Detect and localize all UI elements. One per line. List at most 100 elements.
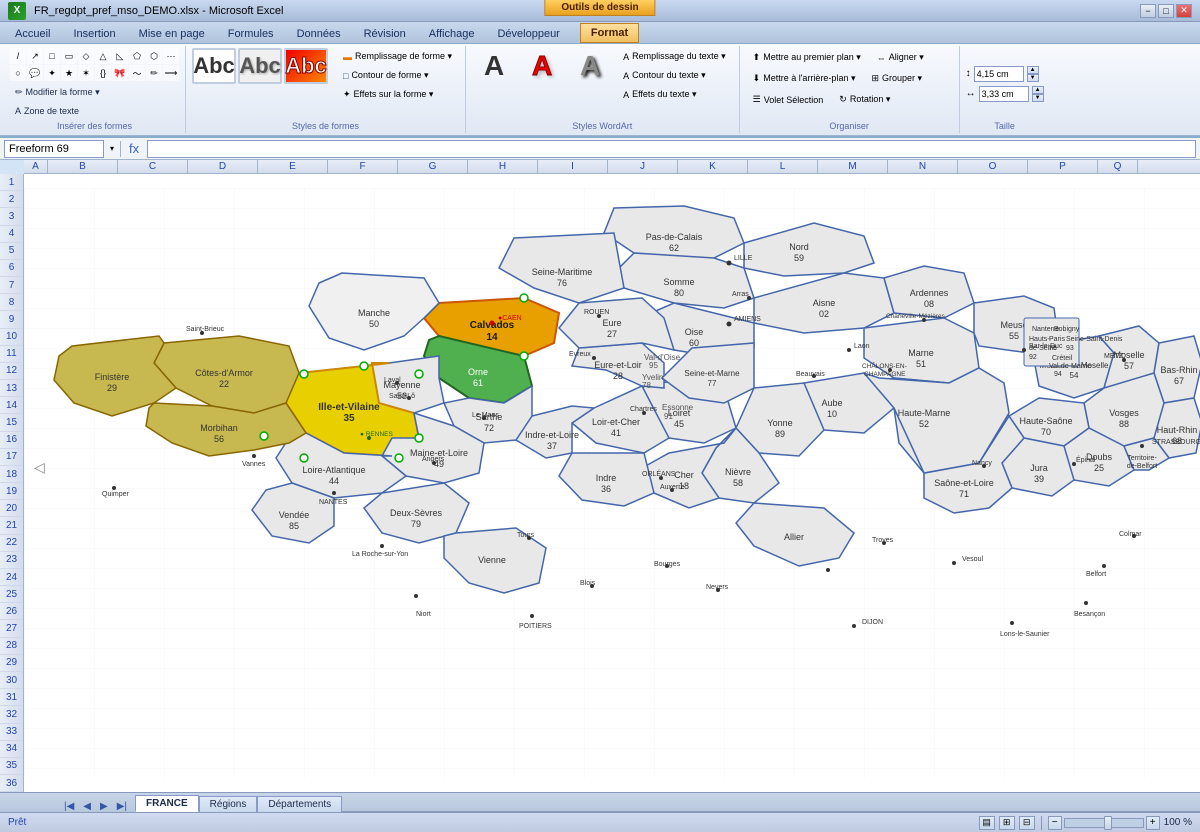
row-4[interactable]: 4 [0, 226, 23, 243]
col-header-j[interactable]: J [608, 160, 678, 173]
minimize-button[interactable]: − [1140, 4, 1156, 18]
sheet-nav-next[interactable]: ▶ [96, 801, 112, 812]
row-6[interactable]: 6 [0, 260, 23, 277]
row-26[interactable]: 26 [0, 603, 23, 620]
row-3[interactable]: 3 [0, 208, 23, 225]
page-break-btn[interactable]: ⊟ [1019, 816, 1035, 830]
selection-handle-e[interactable] [415, 434, 423, 442]
shape-rtriangle[interactable]: ◺ [112, 48, 128, 64]
row-1[interactable]: 1 [0, 174, 23, 191]
row-34[interactable]: 34 [0, 741, 23, 758]
page-layout-btn[interactable]: ⊞ [999, 816, 1015, 830]
row-31[interactable]: 31 [0, 689, 23, 706]
col-header-n[interactable]: N [888, 160, 958, 173]
shape-arrow[interactable]: ↗ [27, 48, 43, 64]
row-30[interactable]: 30 [0, 672, 23, 689]
remplissage-texte-button[interactable]: A Remplissage du texte ▾ [616, 48, 733, 65]
col-header-g[interactable]: G [398, 160, 468, 173]
width-down[interactable]: ▼ [1032, 94, 1044, 102]
tab-developpeur[interactable]: Développeur [486, 23, 570, 43]
row-13[interactable]: 13 [0, 380, 23, 397]
shape-brace[interactable]: {} [95, 65, 111, 81]
col-header-p[interactable]: P [1028, 160, 1098, 173]
col-header-d[interactable]: D [188, 160, 258, 173]
shape-more[interactable]: ⋯ [163, 48, 179, 64]
effets-texte-button[interactable]: A Effets du texte ▾ [616, 86, 733, 103]
col-header-i[interactable]: I [538, 160, 608, 173]
tab-revision[interactable]: Révision [353, 23, 417, 43]
tab-formules[interactable]: Formules [217, 23, 285, 43]
row-20[interactable]: 20 [0, 500, 23, 517]
width-up[interactable]: ▲ [1032, 86, 1044, 94]
sheet-nav-prev[interactable]: ◀ [79, 801, 95, 812]
row-29[interactable]: 29 [0, 655, 23, 672]
row-19[interactable]: 19 [0, 483, 23, 500]
col-header-a[interactable]: A [24, 160, 48, 173]
sheet-tab-departements[interactable]: Départements [257, 796, 342, 812]
zoom-slider[interactable] [1064, 818, 1144, 828]
row-7[interactable]: 7 [0, 277, 23, 294]
sheet-tab-france[interactable]: FRANCE [135, 795, 199, 812]
height-up[interactable]: ▲ [1027, 66, 1039, 74]
formula-input[interactable] [147, 140, 1196, 158]
row-5[interactable]: 5 [0, 243, 23, 260]
rotation-button[interactable]: ↻ Rotation ▾ [832, 91, 897, 108]
col-header-k[interactable]: K [678, 160, 748, 173]
row-24[interactable]: 24 [0, 569, 23, 586]
shape-diamond[interactable]: ◇ [78, 48, 94, 64]
shape-line[interactable]: / [10, 48, 26, 64]
row-12[interactable]: 12 [0, 363, 23, 380]
close-button[interactable]: ✕ [1176, 4, 1192, 18]
contour-forme-button[interactable]: □ Contour de forme ▾ [336, 67, 459, 84]
tab-insertion[interactable]: Insertion [62, 23, 126, 43]
row-22[interactable]: 22 [0, 535, 23, 552]
calvados-handle-n[interactable] [520, 294, 528, 302]
tab-affichage[interactable]: Affichage [418, 23, 486, 43]
col-header-h[interactable]: H [468, 160, 538, 173]
shape-rect[interactable]: □ [44, 48, 60, 64]
wordart-btn-2[interactable]: Abc [238, 48, 282, 84]
tab-mise-en-page[interactable]: Mise en page [128, 23, 216, 43]
text-style-outline[interactable]: A [520, 48, 564, 84]
col-header-e[interactable]: E [258, 160, 328, 173]
normal-view-btn[interactable]: ▤ [979, 816, 995, 830]
row-8[interactable]: 8 [0, 294, 23, 311]
row-16[interactable]: 16 [0, 432, 23, 449]
col-header-m[interactable]: M [818, 160, 888, 173]
shape-star4[interactable]: ✦ [44, 65, 60, 81]
row-28[interactable]: 28 [0, 638, 23, 655]
tab-accueil[interactable]: Accueil [4, 23, 61, 43]
formula-function-icon[interactable]: fx [125, 141, 143, 156]
text-style-shadow[interactable]: A [568, 48, 612, 84]
tab-format[interactable]: Format [580, 23, 639, 43]
col-header-q[interactable]: Q [1098, 160, 1138, 173]
selection-handle-w[interactable] [260, 432, 268, 440]
row-11[interactable]: 11 [0, 346, 23, 363]
col-header-o[interactable]: O [958, 160, 1028, 173]
col-header-l[interactable]: L [748, 160, 818, 173]
shape-hexagon[interactable]: ⬡ [146, 48, 162, 64]
shape-oval[interactable]: ○ [10, 65, 26, 81]
height-down[interactable]: ▼ [1027, 74, 1039, 82]
row-17[interactable]: 17 [0, 449, 23, 466]
col-header-c[interactable]: C [118, 160, 188, 173]
aligner-button[interactable]: ⇔ Aligner ▾ [870, 49, 931, 66]
selection-handle-se[interactable] [395, 454, 403, 462]
sheet-nav-first[interactable]: |◀ [60, 801, 78, 812]
remplissage-forme-button[interactable]: ▬ Remplissage de forme ▾ [336, 48, 459, 65]
row-35[interactable]: 35 [0, 758, 23, 775]
selection-handle-ne[interactable] [415, 370, 423, 378]
height-input[interactable] [974, 66, 1024, 82]
width-input[interactable] [979, 86, 1029, 102]
shape-connector[interactable]: ⟶ [163, 65, 179, 81]
arriere-plan-button[interactable]: ⬇ Mettre à l'arrière-plan ▾ [746, 70, 863, 87]
maximize-button[interactable]: □ [1158, 4, 1174, 18]
zone-texte-button[interactable]: A Zone de texte [10, 104, 84, 118]
selection-handle-n[interactable] [360, 362, 368, 370]
wordart-btn-3[interactable]: Abc [284, 48, 328, 84]
col-header-f[interactable]: F [328, 160, 398, 173]
selection-handle-sw[interactable] [300, 454, 308, 462]
row-33[interactable]: 33 [0, 724, 23, 741]
shape-star5[interactable]: ★ [61, 65, 77, 81]
col-header-b[interactable]: B [48, 160, 118, 173]
